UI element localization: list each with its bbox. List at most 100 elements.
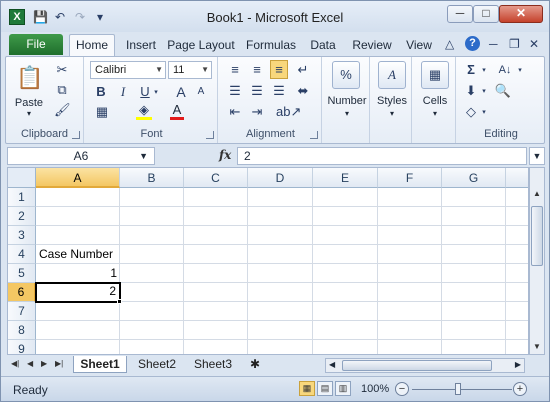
first-sheet-icon[interactable]: ◀| <box>11 359 19 368</box>
number-button[interactable]: Number <box>324 95 370 107</box>
styles-dropdown-icon[interactable]: ▾ <box>372 109 412 118</box>
column-header-d[interactable]: D <box>248 168 313 188</box>
middle-align-icon[interactable]: ≡ <box>248 61 266 79</box>
tab-file[interactable]: File <box>9 34 63 55</box>
prev-sheet-icon[interactable]: ◀ <box>27 359 33 368</box>
orientation-icon[interactable]: ab↗ <box>276 103 301 121</box>
fill-icon[interactable]: ⬇ <box>464 82 478 100</box>
minimize-button[interactable]: ─ <box>447 5 473 23</box>
row-header-4[interactable]: 4 <box>8 245 36 264</box>
cut-icon[interactable]: ✂ <box>54 61 70 79</box>
autosum-icon[interactable]: Σ <box>464 61 478 79</box>
tab-view[interactable]: View <box>401 36 437 55</box>
close-button[interactable]: ✕ <box>499 5 543 23</box>
paste-icon[interactable]: 📋 <box>16 63 43 93</box>
copy-icon[interactable]: ⧉ <box>54 81 70 99</box>
clear-icon[interactable]: ◇ <box>464 103 478 121</box>
insert-sheet-icon[interactable]: ✱ <box>245 356 265 373</box>
help-icon[interactable]: ? <box>465 36 480 51</box>
font-launcher-icon[interactable] <box>206 131 214 139</box>
alignment-launcher-icon[interactable] <box>310 131 318 139</box>
cells-icon[interactable]: ▦ <box>421 61 449 89</box>
maximize-button[interactable]: □ <box>473 5 499 23</box>
vertical-scrollbar[interactable]: ▲ ▼ <box>529 167 545 355</box>
horizontal-scrollbar[interactable]: ◀ ▶ <box>325 358 525 373</box>
row-header-1[interactable]: 1 <box>8 188 36 207</box>
name-box[interactable]: A6 ▼ <box>7 147 155 165</box>
cells-button[interactable]: Cells <box>414 95 456 107</box>
paste-dropdown-icon[interactable]: ▾ <box>24 109 34 118</box>
column-header-f[interactable]: F <box>378 168 442 188</box>
zoom-slider-track[interactable] <box>412 389 512 390</box>
tab-formulas[interactable]: Formulas <box>243 36 299 55</box>
scroll-left-icon[interactable]: ◀ <box>329 360 335 369</box>
horizontal-scroll-thumb[interactable] <box>342 360 492 371</box>
page-break-view-icon[interactable]: ▥ <box>335 381 351 396</box>
tab-insert[interactable]: Insert <box>119 36 163 55</box>
tab-home[interactable]: Home <box>69 34 115 56</box>
sheet-tab-sheet1[interactable]: Sheet1 <box>73 356 127 373</box>
row-header-6[interactable]: 6 <box>8 283 36 302</box>
align-left-icon[interactable]: ☰ <box>226 82 244 100</box>
column-header-e[interactable]: E <box>313 168 378 188</box>
insert-function-icon[interactable]: fx <box>219 148 231 162</box>
increase-indent-icon[interactable]: ⇥ <box>248 103 266 121</box>
clipboard-launcher-icon[interactable] <box>72 131 80 139</box>
tab-page-layout[interactable]: Page Layout <box>167 36 235 55</box>
doc-restore-icon[interactable]: ❐ <box>509 37 520 51</box>
styles-button[interactable]: Styles <box>372 95 412 107</box>
last-sheet-icon[interactable]: ▶| <box>55 359 63 368</box>
cell-a6-active[interactable]: 2 <box>35 282 121 303</box>
page-layout-view-icon[interactable]: ▤ <box>317 381 333 396</box>
sheet-tab-sheet2[interactable]: Sheet2 <box>131 356 183 373</box>
format-painter-icon[interactable]: 🖌 <box>54 101 71 119</box>
fill-color-icon[interactable]: ◈ <box>136 103 152 120</box>
zoom-in-button[interactable]: + <box>513 382 527 396</box>
row-header-9[interactable]: 9 <box>8 340 36 354</box>
formula-input[interactable]: 2 <box>237 147 527 165</box>
expand-formula-bar-icon[interactable]: ▼ <box>529 147 545 165</box>
borders-icon[interactable]: ▦ <box>94 103 110 121</box>
zoom-slider-thumb[interactable] <box>455 383 461 395</box>
scroll-down-icon[interactable]: ▼ <box>530 339 544 354</box>
column-header-c[interactable]: C <box>184 168 248 188</box>
scroll-right-icon[interactable]: ▶ <box>515 360 521 369</box>
underline-dropdown-icon[interactable]: ▾ <box>152 84 160 102</box>
column-header-b[interactable]: B <box>120 168 184 188</box>
styles-icon[interactable]: A <box>378 61 406 89</box>
autosum-dropdown-icon[interactable]: ▾ <box>480 62 488 80</box>
doc-close-icon[interactable]: ✕ <box>529 37 539 51</box>
tab-review[interactable]: Review <box>349 36 395 55</box>
row-header-7[interactable]: 7 <box>8 302 36 321</box>
number-format-icon[interactable]: % <box>332 61 360 89</box>
wrap-text-icon[interactable]: ↵ <box>294 61 312 79</box>
doc-minimize-icon[interactable]: ─ <box>489 37 498 51</box>
paste-button[interactable]: Paste <box>12 97 46 109</box>
row-header-2[interactable]: 2 <box>8 207 36 226</box>
font-name-dropdown-icon[interactable]: ▼ <box>155 62 163 78</box>
find-select-icon[interactable]: 🔍 <box>494 82 512 100</box>
font-size-dropdown-icon[interactable]: ▼ <box>201 62 209 78</box>
clear-dropdown-icon[interactable]: ▾ <box>480 104 488 122</box>
decrease-indent-icon[interactable]: ⇤ <box>226 103 244 121</box>
row-header-5[interactable]: 5 <box>8 264 36 283</box>
next-sheet-icon[interactable]: ▶ <box>41 359 47 368</box>
row-header-8[interactable]: 8 <box>8 321 36 340</box>
column-header-g[interactable]: G <box>442 168 506 188</box>
row-header-3[interactable]: 3 <box>8 226 36 245</box>
grow-font-button[interactable]: A <box>174 83 188 101</box>
sheet-tab-sheet3[interactable]: Sheet3 <box>187 356 239 373</box>
column-header-a[interactable]: A <box>36 168 120 188</box>
select-all-corner[interactable] <box>8 168 36 188</box>
font-size-box[interactable]: 11 ▼ <box>168 61 212 79</box>
vertical-scroll-thumb[interactable] <box>531 206 543 266</box>
font-color-button[interactable]: A <box>170 103 184 120</box>
top-align-icon[interactable]: ≡ <box>226 61 244 79</box>
shrink-font-button[interactable]: A <box>194 83 208 101</box>
minimize-ribbon-icon[interactable]: △ <box>445 37 454 51</box>
cell-a4[interactable]: Case Number <box>36 245 126 264</box>
normal-view-icon[interactable]: ▦ <box>299 381 315 396</box>
zoom-out-button[interactable]: − <box>395 382 409 396</box>
scroll-up-icon[interactable]: ▲ <box>530 186 544 201</box>
tab-data[interactable]: Data <box>305 36 341 55</box>
